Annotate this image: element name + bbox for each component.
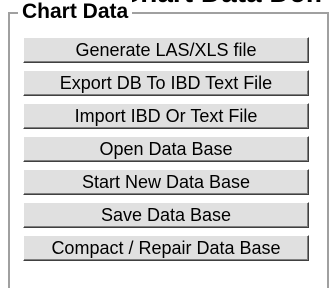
import-ibd-button[interactable]: Import IBD Or Text File <box>23 103 309 129</box>
group-legend: Chart Data <box>18 0 133 26</box>
page-title: Chart Data Defi <box>120 0 322 8</box>
save-database-button[interactable]: Save Data Base <box>23 202 309 228</box>
generate-las-xls-button[interactable]: Generate LAS/XLS file <box>23 37 309 63</box>
export-db-to-ibd-button[interactable]: Export DB To IBD Text File <box>23 70 309 96</box>
open-database-button[interactable]: Open Data Base <box>23 136 309 162</box>
compact-repair-database-button[interactable]: Compact / Repair Data Base <box>23 235 309 261</box>
start-new-database-button[interactable]: Start New Data Base <box>23 169 309 195</box>
button-stack: Generate LAS/XLS file Export DB To IBD T… <box>23 37 309 268</box>
